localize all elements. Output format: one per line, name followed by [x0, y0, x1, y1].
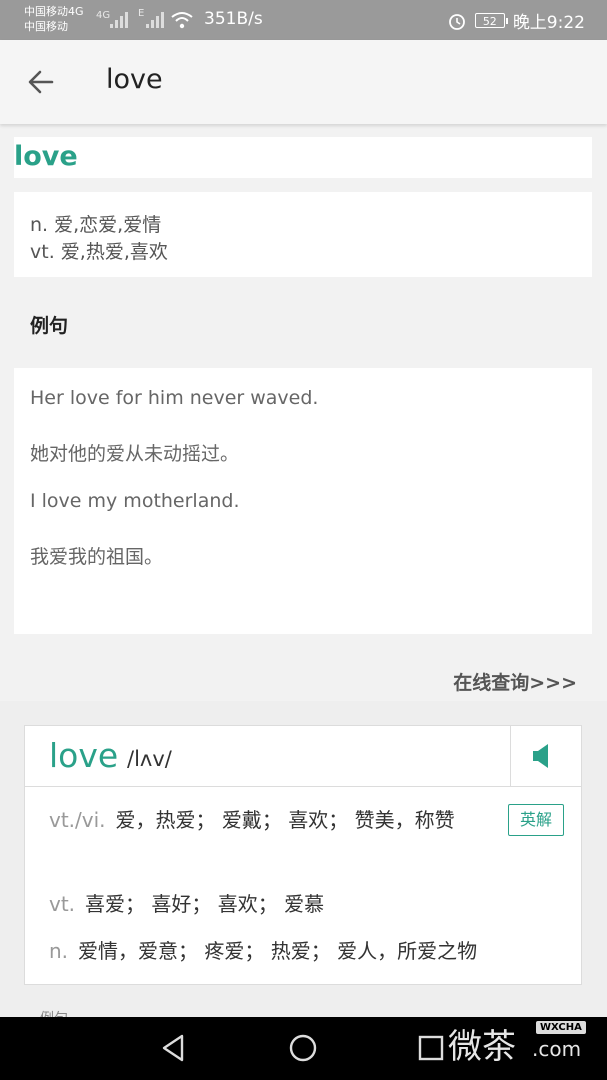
- part-of-speech: vt./vi.: [49, 808, 106, 832]
- watermark-domain: .com: [532, 1037, 582, 1061]
- english-definition-button[interactable]: 英解: [508, 804, 564, 836]
- examples-title: 例句: [30, 315, 69, 337]
- speaker-icon[interactable]: [532, 743, 552, 769]
- definition-line: vt. 爱,热爱,喜欢: [30, 241, 168, 263]
- nav-home-icon[interactable]: [288, 1033, 318, 1063]
- watermark-text: 微茶: [448, 1027, 516, 1067]
- watermark-badge: WXCHA: [536, 1021, 586, 1034]
- nav-back-icon[interactable]: [160, 1033, 188, 1063]
- dictionary-word: love: [49, 736, 119, 775]
- dictionary-panel: love /lʌv/ 英解 vt./vi. 爱，热爱； 爱戴； 喜欢； 赞美，称赞…: [0, 701, 607, 1027]
- example-translation: 我爱我的祖国。: [30, 546, 164, 568]
- status-bar: 中国移动4G 中国移动 4G E 351B/s 52 晚上9:22: [0, 0, 607, 40]
- dictionary-row: vt. 喜爱； 喜好； 喜欢； 爱慕: [49, 886, 509, 922]
- carrier-2: 中国移动: [24, 20, 68, 33]
- network-type-2: E: [138, 8, 145, 19]
- dictionary-card: love /lʌv/ 英解 vt./vi. 爱，热爱； 爱戴； 喜欢； 赞美，称赞…: [24, 725, 582, 985]
- phonetic: /lʌv/: [127, 747, 172, 771]
- example-sentence: Her love for him never waved.: [30, 387, 319, 409]
- app-bar: love: [0, 40, 607, 124]
- dictionary-header: love /lʌv/: [25, 726, 511, 787]
- example-translation: 她对他的爱从未动摇过。: [30, 443, 240, 465]
- network-speed: 351B/s: [204, 9, 263, 29]
- navigation-bar: 微茶 WXCHA .com: [0, 1017, 607, 1080]
- signal-icon-2: [146, 12, 164, 28]
- nav-recents-icon[interactable]: [418, 1035, 444, 1061]
- page-title: love: [106, 64, 163, 95]
- meaning: 喜爱； 喜好； 喜欢； 爱慕: [85, 892, 325, 916]
- clock: 晚上9:22: [512, 13, 585, 33]
- back-arrow-icon[interactable]: [26, 64, 56, 100]
- signal-icon: [110, 12, 128, 28]
- pronounce-button[interactable]: [511, 726, 582, 787]
- dictionary-row: n. 爱情，爱意； 疼爱； 热爱； 爱人，所爱之物: [49, 933, 509, 969]
- example-sentence: I love my motherland.: [30, 490, 240, 512]
- meaning: 爱情，爱意； 疼爱； 热爱； 爱人，所爱之物: [78, 939, 478, 963]
- headword-card: love: [14, 137, 592, 178]
- definition-line: n. 爱,恋爱,爱情: [30, 214, 162, 236]
- carrier-info: 中国移动4G 中国移动: [24, 4, 84, 34]
- definitions-card: n. 爱,恋爱,爱情 vt. 爱,热爱,喜欢: [14, 192, 592, 277]
- examples-card: Her love for him never waved. 她对他的爱从未动摇过…: [14, 368, 592, 634]
- status-right: 52 晚上9:22: [447, 8, 585, 33]
- part-of-speech: n.: [49, 939, 69, 963]
- dictionary-row: vt./vi. 爱，热爱； 爱戴； 喜欢； 赞美，称赞: [49, 802, 509, 838]
- wifi-icon: [171, 12, 193, 29]
- alarm-icon: [448, 13, 465, 30]
- online-lookup-link[interactable]: 在线查询>>>: [453, 668, 577, 695]
- meaning: 爱，热爱； 爱戴； 喜欢； 赞美，称赞: [115, 808, 455, 832]
- headword: love: [14, 141, 78, 172]
- battery-indicator: 52: [474, 13, 508, 28]
- network-type-1: 4G: [96, 10, 111, 21]
- carrier-1: 中国移动4G: [24, 5, 84, 18]
- part-of-speech: vt.: [49, 892, 76, 916]
